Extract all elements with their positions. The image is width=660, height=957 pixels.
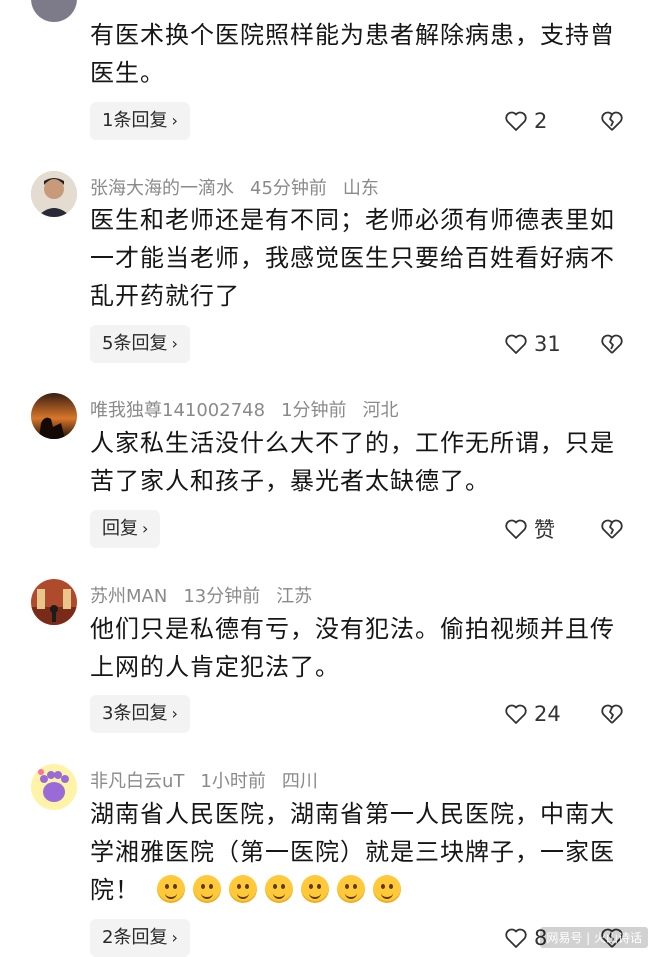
reply-label: 3条回复 <box>102 703 168 724</box>
author-name[interactable]: 苏州MAN <box>90 586 167 607</box>
emoji-icon <box>192 875 221 903</box>
location: 江苏 <box>276 586 313 607</box>
reply-label: 5条回复 <box>102 333 168 354</box>
reply-label: 1条回复 <box>102 110 168 131</box>
reply-button[interactable]: 3条回复 › <box>90 695 190 733</box>
like-count: 24 <box>534 702 561 726</box>
like-count: 2 <box>534 109 548 133</box>
heart-outline-icon <box>505 928 527 948</box>
timestamp: 45分钟前 <box>250 178 327 199</box>
comment-meta: 非凡白云uT 1小时前 四川 <box>90 767 334 793</box>
avatar[interactable] <box>31 171 77 217</box>
location: 河北 <box>362 400 399 421</box>
like-button[interactable]: 2 <box>504 102 547 140</box>
timestamp: 1分钟前 <box>281 400 347 421</box>
author-name[interactable]: 非凡白云uT <box>90 771 184 792</box>
emoji-icon <box>300 875 329 903</box>
reply-label: 2条回复 <box>102 927 168 948</box>
broken-heart-icon[interactable] <box>600 332 624 356</box>
location: 山东 <box>342 178 379 199</box>
timestamp: 1小时前 <box>200 771 266 792</box>
avatar[interactable] <box>31 579 77 625</box>
timestamp: 13分钟前 <box>183 586 261 607</box>
author-name[interactable]: 张海大海的一滴水 <box>90 178 234 199</box>
comment-text: 有医术换个医院照样能为患者解除病患，支持曾医生。 <box>90 21 615 87</box>
comment-meta: 苏州MAN 13分钟前 江苏 <box>90 582 328 608</box>
like-count: 31 <box>534 332 561 356</box>
heart-outline-icon <box>505 111 527 131</box>
emoji-icon <box>336 875 365 903</box>
comment-text: 人家私生活没什么大不了的，工作无所谓，只是苦了家人和孩子，暴光者太缺德了。 <box>90 429 615 495</box>
broken-heart-icon[interactable] <box>600 109 624 133</box>
location: 四川 <box>281 771 318 792</box>
emoji-icon <box>228 875 257 903</box>
heart-outline-icon <box>505 334 527 354</box>
watermark: 网易号 | 火山诗话 <box>540 927 648 948</box>
comment-meta: 张海大海的一滴水 45分钟前 山东 <box>90 174 395 200</box>
chevron-right-icon: › <box>171 704 178 723</box>
heart-outline-icon <box>505 519 527 539</box>
reply-button[interactable]: 1条回复 › <box>90 102 190 140</box>
chevron-right-icon: › <box>171 928 178 947</box>
avatar[interactable] <box>31 0 77 22</box>
emoji-row <box>156 875 409 904</box>
comment-text: 湖南省人民医院，湖南省第一人民医院，中南大学湘雅医院（第一医院）就是三块牌子，一… <box>90 795 638 909</box>
like-button[interactable]: 24 <box>504 695 561 733</box>
like-button[interactable]: 31 <box>504 325 561 363</box>
reply-button[interactable]: 2条回复 › <box>90 919 190 957</box>
broken-heart-icon[interactable] <box>600 702 624 726</box>
chevron-right-icon: › <box>171 111 178 130</box>
heart-outline-icon <box>505 704 527 724</box>
broken-heart-icon[interactable] <box>600 517 624 541</box>
comment-meta: 唯我独尊141002748 1分钟前 河北 <box>90 396 415 422</box>
reply-button[interactable]: 5条回复 › <box>90 325 190 363</box>
avatar-image <box>31 171 77 217</box>
author-name[interactable]: 唯我独尊141002748 <box>90 400 265 421</box>
chevron-right-icon: › <box>142 519 149 538</box>
reply-button[interactable]: 回复 › <box>90 510 161 548</box>
avatar-image <box>31 579 77 625</box>
emoji-icon <box>156 875 185 903</box>
comment-text: 医生和老师还是有不同；老师必须有师德表里如一才能当老师，我感觉医生只要给百姓看好… <box>90 206 615 310</box>
avatar-image <box>31 764 77 810</box>
emoji-icon <box>264 875 293 903</box>
like-button[interactable]: 赞 <box>504 510 555 548</box>
avatar[interactable] <box>31 764 77 810</box>
emoji-icon <box>372 875 401 903</box>
like-count: 赞 <box>534 518 555 542</box>
avatar-image <box>31 393 77 439</box>
chevron-right-icon: › <box>171 334 178 353</box>
reply-label: 回复 <box>102 518 138 539</box>
comment-text: 他们只是私德有亏，没有犯法。偷拍视频并且传上网的人肯定犯法了。 <box>90 615 615 681</box>
avatar[interactable] <box>31 393 77 439</box>
